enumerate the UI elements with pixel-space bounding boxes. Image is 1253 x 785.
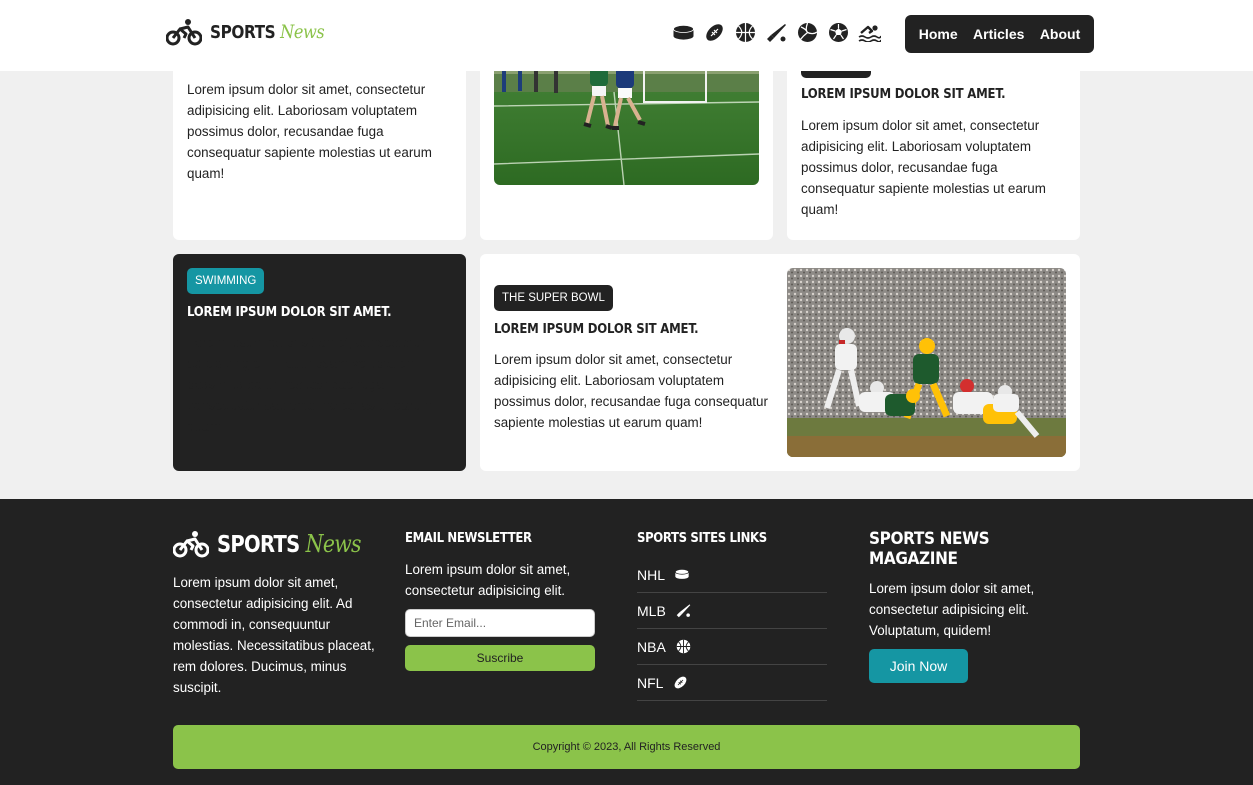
baseball-bat-icon — [676, 604, 691, 618]
baseball-bat-icon[interactable] — [765, 21, 788, 44]
magazine-text: Lorem ipsum dolor sit amet, consectetur … — [869, 581, 1035, 638]
footer-logo-text: SPORTS News — [217, 530, 362, 558]
newsletter-section: EMAIL NEWSLETTER Lorem ipsum dolor sit a… — [405, 529, 595, 671]
magazine-section: SPORTS NEWS MAGAZINE Lorem ipsum dolor s… — [869, 529, 1080, 683]
footer-about-text: Lorem ipsum dolor sit amet, consectetur … — [173, 575, 375, 695]
article-title[interactable]: LOREM IPSUM DOLOR SIT AMET. — [801, 87, 1006, 102]
nav-articles[interactable]: Articles — [973, 26, 1024, 42]
hockey-puck-icon[interactable] — [672, 21, 695, 44]
nav-about[interactable]: About — [1040, 26, 1080, 42]
join-now-button[interactable]: Join Now — [869, 649, 968, 683]
swimmer-icon[interactable] — [858, 21, 881, 44]
main-nav: Home Articles About — [905, 15, 1094, 53]
subscribe-button[interactable]: Suscribe — [405, 645, 595, 671]
article-title[interactable]: LOREM IPSUM DOLOR SIT AMET. — [187, 305, 392, 320]
link-nba[interactable]: NBA — [637, 629, 827, 665]
email-input[interactable] — [405, 609, 595, 637]
article-title[interactable]: LOREM IPSUM DOLOR SIT AMET. — [494, 322, 699, 337]
sport-icons-bar — [672, 21, 881, 44]
link-nhl[interactable]: NHL — [637, 557, 827, 593]
link-nfl[interactable]: NFL — [637, 665, 827, 701]
links-title: SPORTS SITES LINKS — [637, 531, 767, 546]
link-mlb[interactable]: MLB — [637, 593, 827, 629]
category-tag[interactable]: THE SUPER BOWL — [494, 285, 613, 311]
copyright-text: Copyright © 2023, All Rights Reserved — [532, 741, 721, 753]
category-tag[interactable]: SWIMMING — [187, 268, 265, 294]
soccer-photo — [494, 56, 759, 185]
site-logo[interactable]: SPORTS News — [166, 17, 344, 47]
volleyball-icon[interactable] — [796, 21, 819, 44]
magazine-title: SPORTS NEWS MAGAZINE — [869, 529, 990, 569]
site-footer: SPORTS News Lorem ipsum dolor sit amet, … — [0, 499, 1253, 785]
logo-text: SPORTS News — [210, 21, 325, 43]
copyright-bar: Copyright © 2023, All Rights Reserved — [173, 725, 1080, 769]
article-body: Lorem ipsum dolor sit amet, consectetur … — [187, 335, 432, 434]
article-card-dark[interactable]: SWIMMING LOREM IPSUM DOLOR SIT AMET. Lor… — [173, 254, 466, 471]
soccer-ball-icon[interactable] — [827, 21, 850, 44]
site-header: SPORTS News Home Articles About — [0, 0, 1253, 71]
football-icon — [675, 676, 687, 689]
basketball-icon — [676, 639, 691, 654]
article-body: Lorem ipsum dolor sit amet, consectetur … — [801, 118, 1046, 217]
bicycle-icon — [173, 531, 209, 558]
newsletter-text: Lorem ipsum dolor sit amet, consectetur … — [405, 562, 571, 598]
football-icon[interactable] — [703, 21, 726, 44]
bicycle-icon — [166, 19, 202, 46]
sports-links-section: SPORTS SITES LINKS NHL MLB NBA NFL — [637, 529, 827, 701]
sports-links-list: NHL MLB NBA NFL — [637, 557, 827, 701]
basketball-icon[interactable] — [734, 21, 757, 44]
hockey-puck-icon — [675, 569, 690, 579]
newsletter-title: EMAIL NEWSLETTER — [405, 531, 532, 546]
article-card-wide[interactable]: THE SUPER BOWL LOREM IPSUM DOLOR SIT AME… — [480, 254, 1080, 471]
article-body: Lorem ipsum dolor sit amet, consectetur … — [187, 82, 432, 181]
football-photo — [787, 268, 1066, 457]
article-body: Lorem ipsum dolor sit amet, consectetur … — [494, 352, 768, 430]
footer-logo[interactable]: SPORTS News — [173, 529, 386, 559]
nav-home[interactable]: Home — [919, 26, 958, 42]
